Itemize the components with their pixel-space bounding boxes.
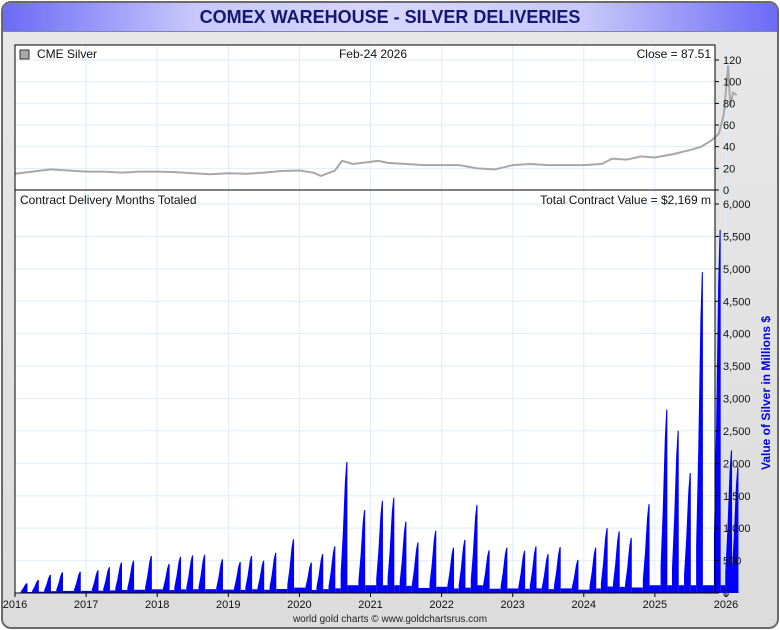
close-label: Close = 87.51 — [637, 47, 712, 61]
year-tick-label: 2017 — [74, 599, 98, 611]
delivery-baseline-bar — [193, 589, 199, 593]
delivery-baseline-bar — [406, 585, 412, 593]
delivery-baseline-bar — [507, 588, 519, 593]
value-tick-label: 3,000 — [723, 394, 751, 406]
footer-credit: world gold charts © www.goldchartsrus.co… — [292, 614, 488, 625]
delivery-baseline-bar — [181, 589, 187, 593]
value-tick-label: 6,000 — [723, 199, 751, 211]
delivery-baseline-bar — [347, 585, 359, 593]
year-tick-label: 2026 — [714, 599, 738, 611]
delivery-baseline-bar — [365, 585, 377, 593]
delivery-baseline-bar — [649, 585, 661, 593]
delivery-baseline-bar — [607, 586, 613, 593]
delivery-baseline-bar — [548, 589, 554, 593]
delivery-baseline-bar — [394, 585, 400, 593]
year-tick-label: 2020 — [287, 599, 311, 611]
delivery-baseline-bar — [477, 585, 483, 593]
value-tick-label: 500 — [723, 556, 741, 568]
delivery-baseline-bar — [222, 589, 234, 593]
value-tick-label: 3,500 — [723, 361, 751, 373]
delivery-baseline-bar — [525, 588, 530, 593]
delivery-baseline-bar — [619, 586, 626, 593]
delivery-baseline-bar — [252, 589, 258, 593]
legend-swatch — [19, 49, 30, 60]
value-tick-label: 2,000 — [723, 458, 751, 470]
price-tick-label: 0 — [723, 185, 729, 197]
year-tick-label: 2024 — [572, 599, 596, 611]
year-tick-label: 2022 — [429, 599, 453, 611]
delivery-baseline-bar — [454, 588, 459, 593]
year-tick-label: 2021 — [358, 599, 382, 611]
delivery-baseline-bar — [596, 588, 601, 593]
value-tick-label: 4,500 — [723, 296, 751, 308]
delivery-baseline-bar — [151, 589, 163, 593]
year-tick-label: 2019 — [216, 599, 240, 611]
delivery-baseline-bar — [436, 586, 448, 593]
delivery-baseline-bar — [205, 589, 217, 593]
delivery-baseline-bar — [690, 585, 697, 593]
price-tick-label: 80 — [723, 98, 735, 110]
value-tick-label: 4,000 — [723, 329, 751, 341]
price-tick-label: 60 — [723, 120, 735, 132]
delivery-baseline-bar — [667, 585, 672, 593]
year-tick-label: 2018 — [145, 599, 169, 611]
year-tick-label: 2025 — [643, 599, 667, 611]
price-tick-label: 120 — [723, 55, 741, 67]
year-tick-label: 2023 — [500, 599, 524, 611]
delivery-baseline-bar — [276, 588, 288, 593]
delivery-baseline-bar — [631, 587, 643, 593]
date-label: Feb-24 2026 — [339, 47, 407, 61]
chart-svg: CME Silver Feb-24 2026 Close = 87.51 Contra… — [3, 44, 773, 611]
delivery-baseline-bar — [702, 585, 714, 593]
delivery-baseline-bar — [678, 585, 685, 593]
value-tick-label: 1,000 — [723, 523, 751, 535]
chart-window: COMEX WAREHOUSE - SILVER DELIVERIES CME … — [1, 1, 779, 629]
value-tick-label: 5,000 — [723, 264, 751, 276]
lower-panel-title: Contract Delivery Months Totaled — [20, 193, 197, 207]
delivery-baseline-bar — [465, 587, 471, 593]
total-contract-value: Total Contract Value = $2,169 m — [540, 193, 711, 207]
delivery-baseline-bar — [323, 589, 329, 593]
price-tick-label: 40 — [723, 142, 735, 154]
delivery-baseline-bar — [489, 588, 501, 593]
delivery-baseline-bar — [418, 587, 430, 593]
delivery-baseline-bar — [560, 588, 572, 593]
y-axis-label: Value of Silver in Millions $ — [759, 316, 773, 470]
value-tick-label: 5,500 — [723, 231, 751, 243]
value-tick-label: 1,500 — [723, 491, 751, 503]
delivery-baseline-bar — [335, 588, 341, 593]
price-tick-label: 20 — [723, 163, 735, 175]
delivery-baseline-bar — [382, 585, 388, 593]
legend-cme-silver: CME Silver — [37, 47, 97, 61]
price-tick-label: 100 — [723, 77, 741, 89]
year-tick-label: 2016 — [3, 599, 27, 611]
delivery-baseline-bar — [536, 588, 542, 593]
delivery-baseline-bar — [294, 587, 306, 593]
value-tick-label: 2,500 — [723, 426, 751, 438]
